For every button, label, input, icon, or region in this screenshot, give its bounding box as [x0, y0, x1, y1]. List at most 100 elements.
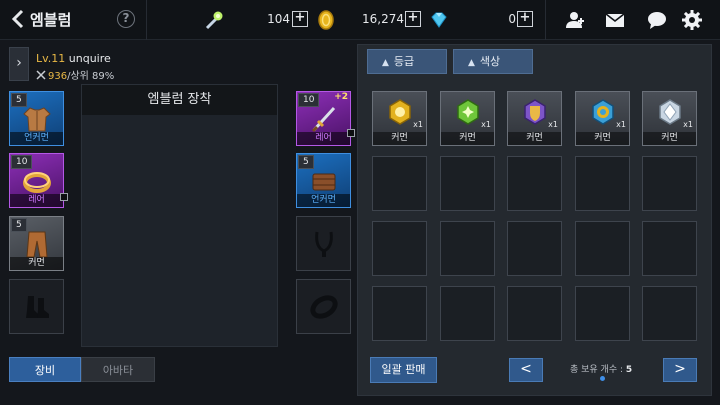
inventory-empty-slot[interactable]	[575, 286, 630, 341]
power-value: 936	[48, 71, 68, 82]
purple-emblem-icon	[524, 99, 546, 125]
next-page-button[interactable]: >	[663, 358, 697, 382]
item-grade: 커먼	[508, 132, 561, 145]
boots-icon	[26, 296, 49, 318]
inventory-empty-slot[interactable]	[372, 156, 427, 211]
armor-icon	[23, 107, 51, 132]
character-select-arrow[interactable]: ›	[9, 47, 29, 81]
gold-coin-icon	[318, 10, 334, 30]
item-grade: 언커먼	[10, 132, 63, 145]
item-count: x1	[481, 120, 491, 129]
item-grade: 레어	[10, 194, 63, 207]
back-arrow-icon[interactable]	[8, 8, 30, 30]
armor-slot[interactable]: 5 언커먼	[9, 91, 64, 146]
color-filter-button[interactable]: ▲ 색상	[453, 49, 533, 74]
total-count-label: 총 보유 개수 :	[570, 365, 624, 375]
item-grade: 커먼	[373, 132, 426, 145]
item-count: x1	[683, 120, 693, 129]
add-gold-button[interactable]: +	[405, 11, 421, 27]
item-count: x1	[413, 120, 423, 129]
inventory-empty-slot[interactable]	[642, 286, 697, 341]
add-torch-button[interactable]: +	[292, 11, 308, 27]
pants-icon	[26, 231, 48, 258]
inventory-empty-slot[interactable]	[372, 221, 427, 276]
item-grade: 언커먼	[297, 194, 350, 207]
inventory-empty-slot[interactable]	[575, 156, 630, 211]
mail-icon[interactable]	[604, 9, 626, 31]
add-diamond-button[interactable]: +	[517, 11, 533, 27]
inventory-empty-slot[interactable]	[507, 221, 562, 276]
lock-indicator-icon	[60, 193, 68, 201]
inventory-empty-slot[interactable]	[372, 286, 427, 341]
grade-filter-label: 등급	[393, 55, 415, 68]
character-name: unquire	[68, 52, 111, 65]
green-emblem-icon	[457, 99, 479, 125]
emblem-equip-panel: 엠블럼 장착	[81, 84, 278, 347]
friends-icon[interactable]	[563, 9, 585, 31]
settings-icon[interactable]	[681, 9, 703, 31]
total-count: 총 보유 개수 : 5	[570, 362, 632, 375]
inventory-empty-slot[interactable]	[507, 156, 562, 211]
combat-power: 936/상위 89%	[36, 67, 114, 82]
item-grade: 커먼	[10, 257, 63, 270]
item-grade: 커먼	[576, 132, 629, 145]
white-emblem-icon	[659, 99, 681, 125]
item-count: x1	[616, 120, 626, 129]
enhance-level: +2	[334, 92, 348, 102]
blue-emblem-icon	[592, 99, 614, 125]
belt-slot[interactable]: 5 언커먼	[296, 153, 351, 208]
inventory-empty-slot[interactable]	[642, 221, 697, 276]
ring-slot[interactable]: 10 레어	[9, 153, 64, 208]
grade-filter-button[interactable]: ▲ 등급	[367, 49, 447, 74]
inventory-item[interactable]: x1 커먼	[440, 91, 495, 146]
tab-equipment[interactable]: 장비	[9, 357, 81, 382]
bracelet-slot[interactable]	[296, 279, 351, 334]
yellow-emblem-icon	[389, 99, 411, 125]
character-level: Lv.11 unquire	[36, 52, 111, 65]
divider	[545, 0, 546, 40]
item-grade: 레어	[297, 132, 350, 145]
help-icon[interactable]: ?	[117, 10, 135, 28]
triangle-up-icon: ▲	[468, 58, 475, 68]
inventory-empty-slot[interactable]	[642, 156, 697, 211]
ring-icon	[23, 172, 51, 193]
inventory-empty-slot[interactable]	[440, 286, 495, 341]
total-count-value: 5	[625, 365, 633, 375]
diamond-icon	[431, 12, 447, 28]
necklace-icon	[315, 231, 333, 257]
level-text: Lv.11	[36, 52, 66, 65]
page-title: 엠블럼	[30, 11, 72, 29]
inventory-item[interactable]: x1 커먼	[372, 91, 427, 146]
inventory-item[interactable]: x1 커먼	[575, 91, 630, 146]
inventory-empty-slot[interactable]	[440, 156, 495, 211]
chat-icon[interactable]	[646, 9, 668, 31]
gold-count: 16,274	[362, 12, 404, 26]
boots-slot[interactable]	[9, 279, 64, 334]
inventory-empty-slot[interactable]	[440, 221, 495, 276]
triangle-up-icon: ▲	[382, 58, 389, 68]
item-grade: 커먼	[643, 132, 696, 145]
item-count: x1	[548, 120, 558, 129]
item-grade: 커먼	[441, 132, 494, 145]
sell-all-button[interactable]: 일괄 판매	[370, 357, 437, 383]
inventory-empty-slot[interactable]	[507, 286, 562, 341]
pants-slot[interactable]: 5 커먼	[9, 216, 64, 271]
torch-count: 104	[267, 12, 290, 26]
prev-page-button[interactable]: <	[509, 358, 543, 382]
page-indicator-dot	[600, 376, 605, 381]
weapon-slot[interactable]: 10 +2 레어	[296, 91, 351, 146]
necklace-slot[interactable]	[296, 216, 351, 271]
belt-icon	[312, 173, 336, 191]
diamond-count: 0	[508, 12, 516, 26]
inventory-item[interactable]: x1 커먼	[642, 91, 697, 146]
inventory-empty-slot[interactable]	[575, 221, 630, 276]
sword-icon	[311, 106, 336, 133]
torch-icon	[205, 11, 223, 30]
emblem-panel-title: 엠블럼 장착	[82, 85, 277, 115]
rank-percent: /상위 89%	[67, 71, 115, 82]
color-filter-label: 색상	[479, 55, 501, 68]
tab-avatar[interactable]: 아바타	[81, 357, 155, 382]
bracelet-icon	[310, 295, 338, 319]
crossed-swords-icon	[36, 70, 46, 80]
inventory-item[interactable]: x1 커먼	[507, 91, 562, 146]
